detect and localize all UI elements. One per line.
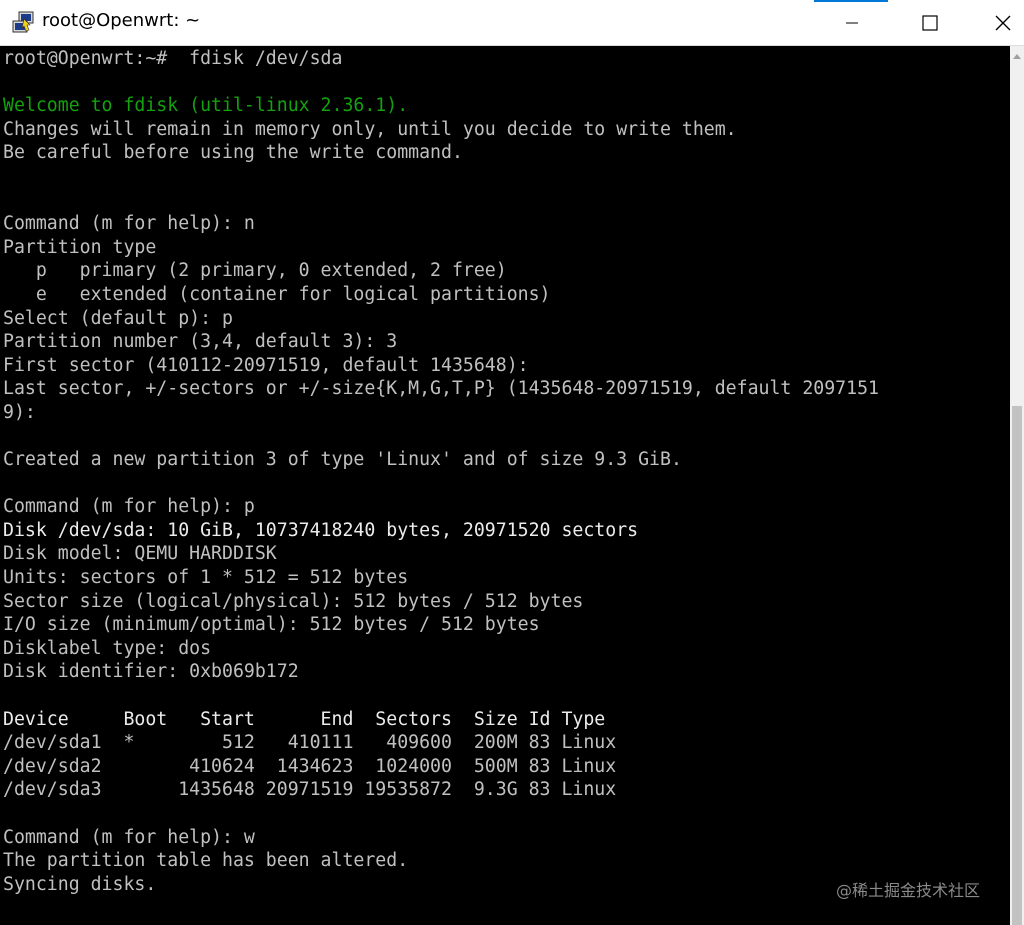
terminal-line: Be careful before using the write comman…	[3, 142, 463, 164]
terminal-line: root@Openwrt:~# fdisk /dev/sda	[3, 48, 343, 69]
terminal-line: Syncing disks.	[3, 873, 157, 895]
vertical-scrollbar[interactable]	[1010, 46, 1024, 925]
terminal-line: Device Boot Start End Sectors Size Id Ty…	[3, 708, 606, 730]
terminal-line: Disk identifier: 0xb069b172	[3, 661, 299, 683]
close-button[interactable]	[969, 0, 1024, 45]
terminal-line: Disk model: QEMU HARDDISK	[3, 543, 277, 565]
terminal-line: p primary (2 primary, 0 extended, 2 free…	[3, 260, 507, 282]
terminal-line: I/O size (minimum/optimal): 512 bytes / …	[3, 614, 540, 636]
terminal-line: First sector (410112-20971519, default 1…	[3, 354, 529, 376]
terminal-line: Last sector, +/-sectors or +/-size{K,M,G…	[3, 378, 879, 400]
terminal-line: Command (m for help): w	[3, 826, 255, 848]
terminal-line: Sector size (logical/physical): 512 byte…	[3, 590, 584, 612]
terminal-line: Disk /dev/sda: 10 GiB, 10737418240 bytes…	[3, 519, 639, 541]
putty-icon[interactable]	[10, 10, 36, 36]
terminal-line: Command (m for help): p	[3, 496, 255, 518]
maximize-button[interactable]	[896, 0, 964, 45]
maximize-icon	[922, 14, 938, 31]
terminal-line: The partition table has been altered.	[3, 850, 409, 872]
terminal-line: e extended (container for logical partit…	[3, 283, 551, 305]
terminal-line: Partition number (3,4, default 3): 3	[3, 331, 398, 353]
terminal-line: Units: sectors of 1 * 512 = 512 bytes	[3, 567, 409, 589]
terminal-line: Changes will remain in memory only, unti…	[3, 118, 737, 140]
window-title: root@Openwrt: ~	[42, 10, 201, 31]
terminal-line: /dev/sda1 * 512 410111 409600 200M 83 Li…	[3, 732, 617, 754]
terminal-line: /dev/sda3 1435648 20971519 19535872 9.3G…	[3, 779, 617, 801]
terminal-line: Created a new partition 3 of type 'Linux…	[3, 449, 682, 471]
scroll-up-icon[interactable]	[1013, 54, 1021, 59]
terminal-line: Select (default p): p	[3, 307, 233, 329]
terminal-line: Disklabel type: dos	[3, 637, 212, 659]
scroll-thumb[interactable]	[1012, 406, 1022, 925]
watermark: @稀土掘金技术社区	[836, 881, 981, 900]
terminal-line: 9):	[3, 401, 36, 423]
terminal-line: /dev/sda2 410624 1434623 1024000 500M 83…	[3, 755, 617, 777]
minimize-button[interactable]	[818, 0, 886, 45]
terminal-lines: root@Openwrt:~# fdisk /dev/sda Welcome to…	[3, 47, 879, 896]
terminal-output[interactable]: root@Openwrt:~# fdisk /dev/sda Welcome to…	[0, 46, 1010, 925]
terminal-line: Welcome to fdisk (util-linux 2.36.1).	[3, 95, 409, 117]
close-icon	[995, 15, 1011, 30]
minimize-icon	[846, 22, 858, 23]
title-bar[interactable]: root@Openwrt: ~	[0, 0, 1024, 46]
terminal-line: Command (m for help): n	[3, 213, 255, 235]
terminal-line: Partition type	[3, 236, 157, 258]
